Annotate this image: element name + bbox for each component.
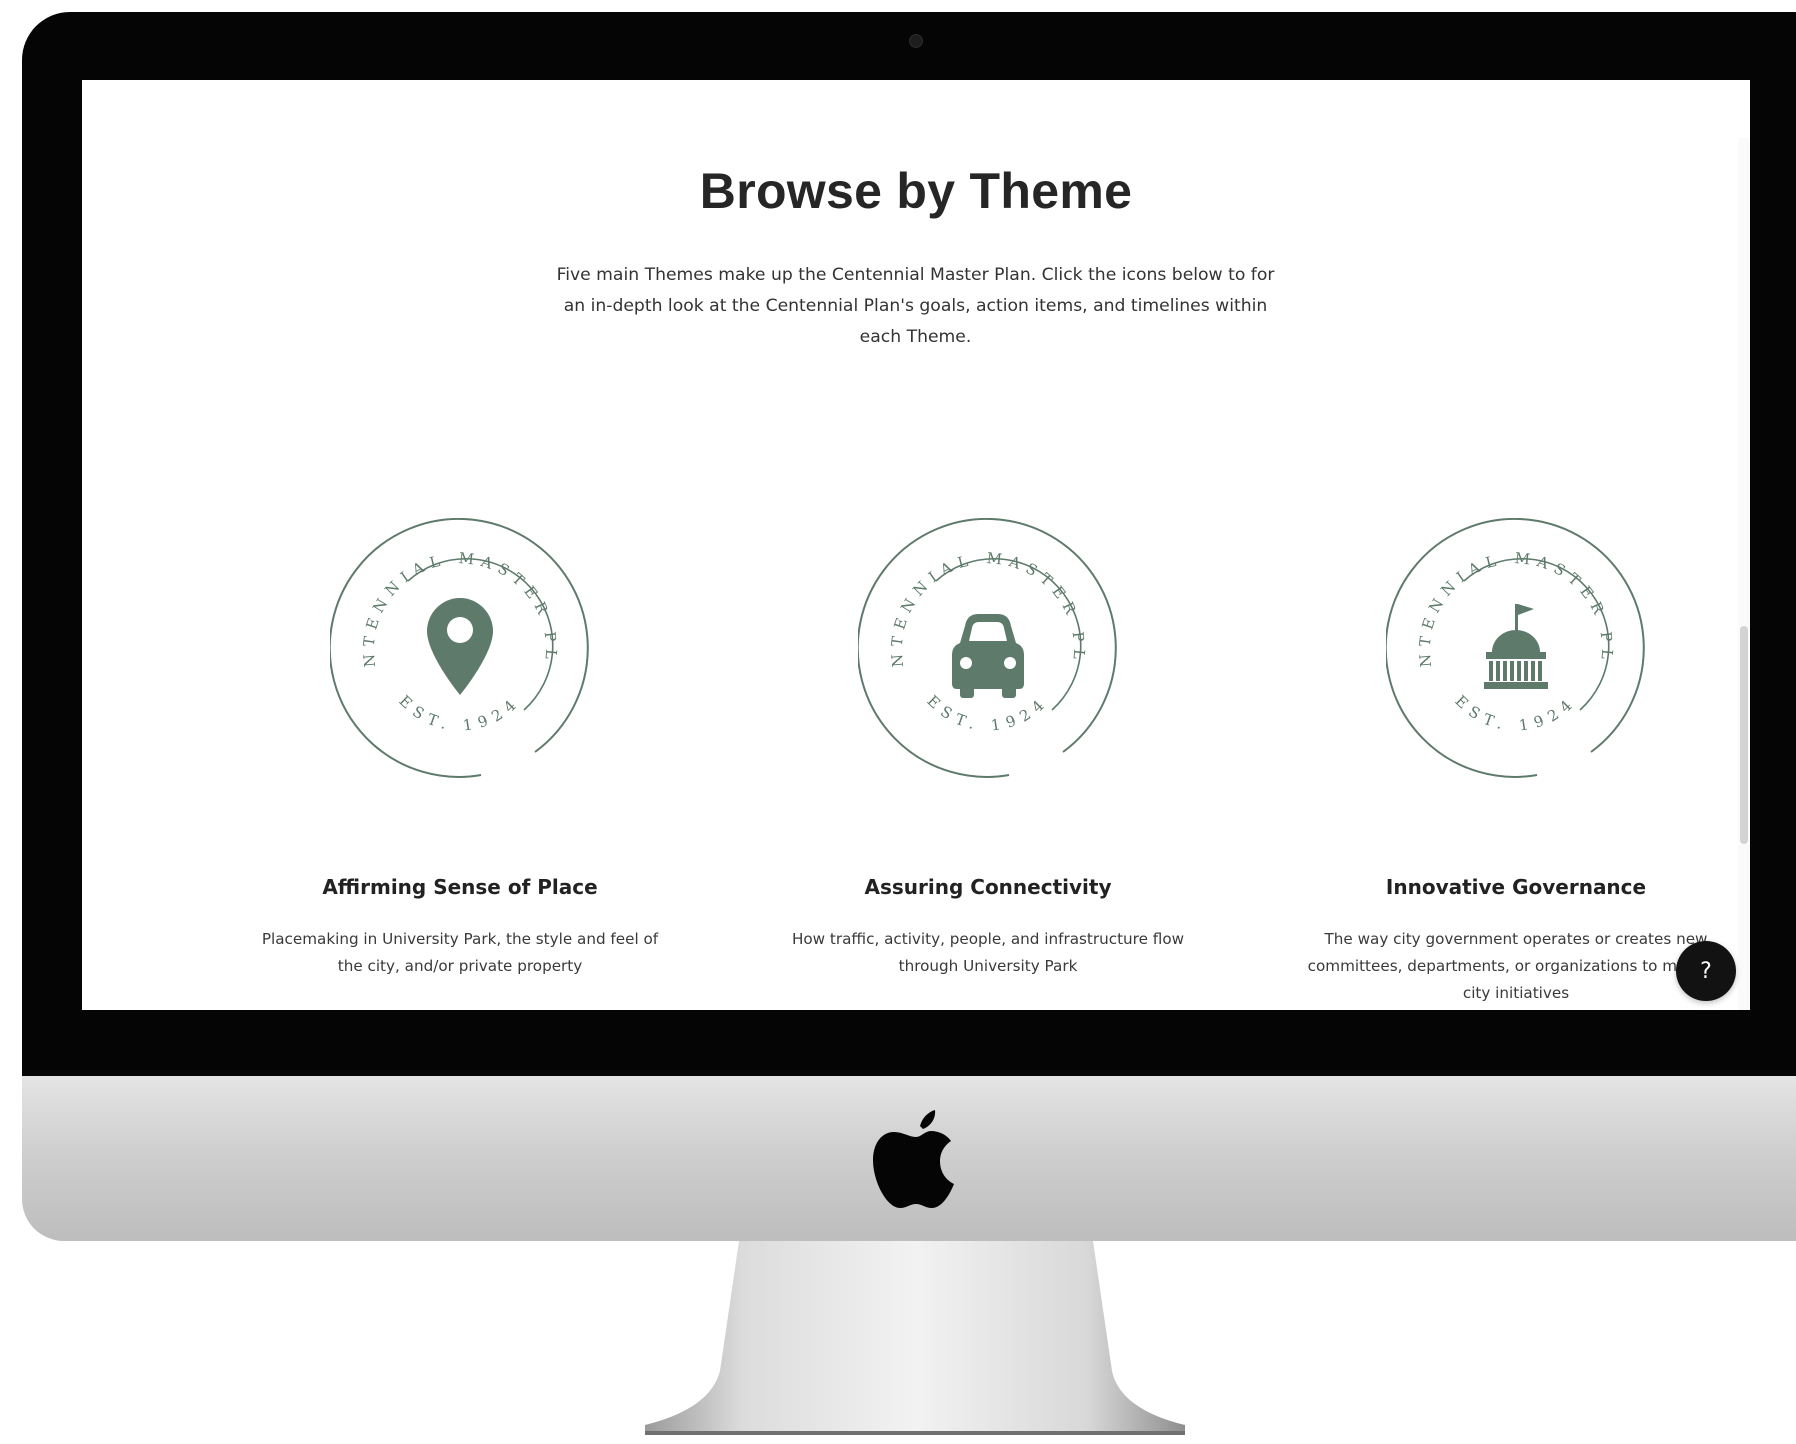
theme-title[interactable]: Affirming Sense of Place — [250, 875, 670, 899]
theme-description: Placemaking in University Park, the styl… — [261, 930, 659, 975]
monitor-stand — [645, 1241, 1185, 1435]
theme-card-governance: CENTENNIAL MASTER PLAN EST. 1924 — [1306, 80, 1726, 1010]
camera-icon — [909, 34, 923, 48]
capitol-building-icon — [1484, 604, 1548, 689]
help-button[interactable]: ? — [1676, 941, 1736, 1001]
emblem-est-text: EST. 1924 — [395, 692, 524, 735]
emblem-est-text: EST. 1924 — [1451, 692, 1580, 735]
theme-title[interactable]: Innovative Governance — [1306, 875, 1726, 899]
centennial-emblem-place[interactable]: CENTENNIAL MASTER PLAN EST. 1924 — [330, 518, 590, 778]
theme-description: How traffic, activity, people, and infra… — [791, 930, 1185, 975]
theme-title[interactable]: Assuring Connectivity — [778, 875, 1198, 899]
map-pin-icon — [427, 598, 493, 695]
emblem-est-text: EST. 1924 — [923, 692, 1052, 735]
car-icon — [952, 614, 1024, 698]
scrollbar-track[interactable] — [1738, 138, 1750, 1010]
theme-card-sense-of-place: CENTENNIAL MASTER PLAN EST. 1924 Affirmi… — [250, 80, 670, 1010]
browser-viewport: Browse by Theme Five main Themes make up… — [82, 80, 1750, 1010]
theme-card-connectivity: CENTENNIAL MASTER PLAN EST. 1924 Assurin… — [778, 80, 1198, 1010]
scrollbar-thumb[interactable] — [1740, 626, 1748, 844]
apple-logo-icon — [873, 1110, 954, 1208]
theme-description: The way city government operates or crea… — [1307, 930, 1725, 1002]
centennial-emblem-connectivity[interactable]: CENTENNIAL MASTER PLAN EST. 1924 — [858, 518, 1118, 778]
centennial-emblem-governance[interactable]: CENTENNIAL MASTER PLAN EST. 1924 — [1386, 518, 1646, 778]
